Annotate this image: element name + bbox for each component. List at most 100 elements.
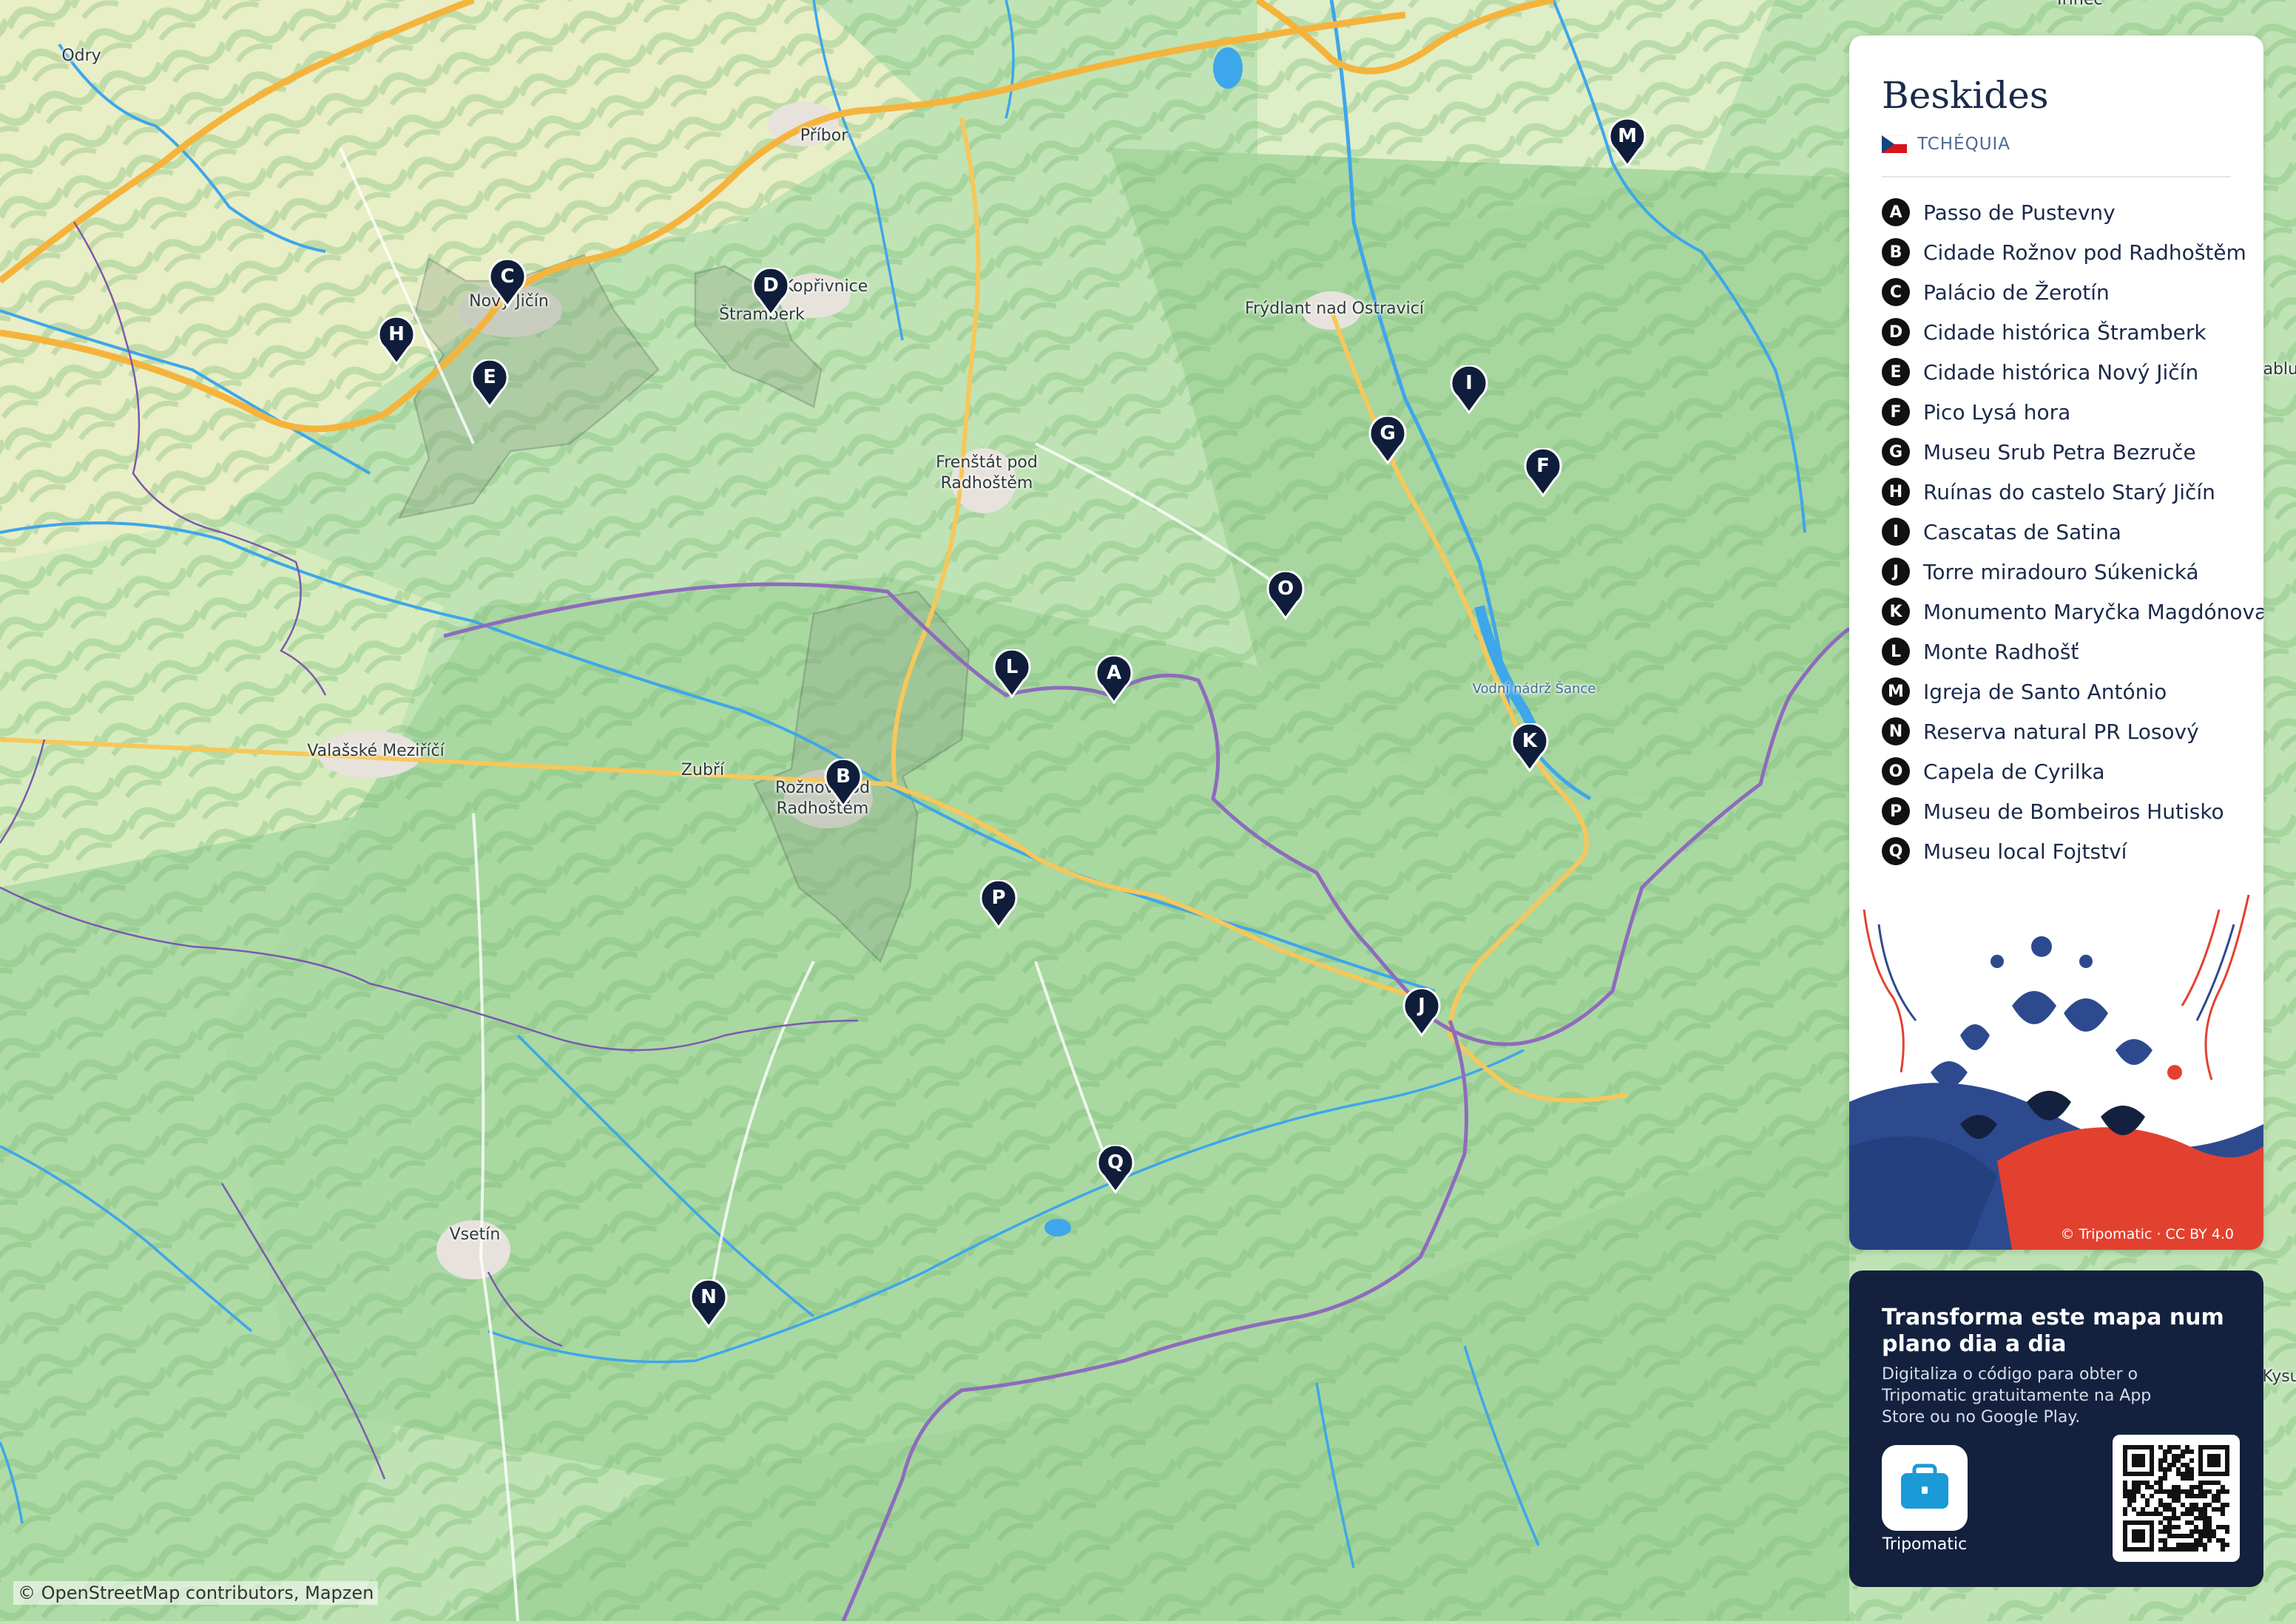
marker-letter: B bbox=[836, 765, 851, 788]
map-marker-m[interactable]: M bbox=[1608, 118, 1647, 167]
divider bbox=[1882, 176, 2231, 177]
poi-name: Ruínas do castelo Starý Jičín bbox=[1923, 479, 2215, 504]
panel-copyright[interactable]: © Tripomatic · CC BY 4.0 bbox=[2060, 1226, 2234, 1242]
poi-name: Monte Radhošť bbox=[1923, 639, 2079, 664]
poi-list: A Passo de Pustevny B Cidade Rožnov pod Rad… bbox=[1882, 192, 2263, 871]
map-marker-k[interactable]: K bbox=[1510, 723, 1549, 772]
poi-list-item[interactable]: B Cidade Rožnov pod Radhoštěm bbox=[1882, 232, 2263, 272]
map-marker-e[interactable]: E bbox=[470, 359, 509, 408]
promo-title: Transforma este mapa num plano dia a dia bbox=[1882, 1305, 2224, 1357]
marker-letter: F bbox=[1536, 455, 1550, 477]
poi-badge: F bbox=[1882, 398, 1910, 426]
poi-name: Museu local Fojtství bbox=[1923, 839, 2127, 864]
map-marker-h[interactable]: H bbox=[377, 317, 416, 365]
marker-letter: P bbox=[991, 887, 1006, 909]
marker-letter: M bbox=[1618, 125, 1637, 147]
poi-name: Museu de Bombeiros Hutisko bbox=[1923, 799, 2224, 824]
map-marker-a[interactable]: A bbox=[1095, 655, 1133, 704]
marker-letter: L bbox=[1005, 656, 1019, 678]
place-label: Zubří bbox=[681, 761, 725, 779]
place-label: Kopřivnice bbox=[783, 277, 868, 296]
suitcase-icon bbox=[1901, 1464, 1948, 1509]
place-label: Frýdlant nad Ostravicí bbox=[1245, 300, 1424, 318]
poi-badge: N bbox=[1882, 717, 1910, 745]
marker-letter: J bbox=[1418, 995, 1425, 1017]
poi-badge: O bbox=[1882, 757, 1910, 785]
folk-ornament-illustration bbox=[1849, 894, 2263, 1250]
map-marker-f[interactable]: F bbox=[1524, 448, 1562, 497]
poi-list-item[interactable]: H Ruínas do castelo Starý Jičín bbox=[1882, 472, 2263, 512]
poi-name: Capela de Cyrilka bbox=[1923, 759, 2105, 784]
poi-badge: Q bbox=[1882, 837, 1910, 865]
poi-badge: H bbox=[1882, 478, 1910, 506]
map-marker-d[interactable]: D bbox=[752, 268, 790, 317]
poi-list-item[interactable]: A Passo de Pustevny bbox=[1882, 192, 2263, 232]
poi-list-item[interactable]: E Cidade histórica Nový Jičín bbox=[1882, 352, 2263, 392]
marker-letter: K bbox=[1522, 730, 1538, 752]
marker-letter: O bbox=[1277, 578, 1294, 600]
poi-badge: E bbox=[1882, 358, 1910, 386]
place-label: Odry bbox=[61, 47, 101, 65]
map-marker-j[interactable]: J bbox=[1402, 988, 1441, 1037]
marker-letter: I bbox=[1465, 372, 1473, 394]
poi-list-item[interactable]: D Cidade histórica Štramberk bbox=[1882, 312, 2263, 352]
marker-letter: Q bbox=[1107, 1151, 1124, 1174]
poi-list-item[interactable]: L Monte Radhošť bbox=[1882, 632, 2263, 671]
poi-list-item[interactable]: P Museu de Bombeiros Hutisko bbox=[1882, 791, 2263, 831]
poi-list-item[interactable]: M Igreja de Santo António bbox=[1882, 671, 2263, 711]
place-label: Příbor bbox=[800, 126, 848, 145]
marker-letter: E bbox=[483, 366, 496, 388]
poi-name: Museu Srub Petra Bezruče bbox=[1923, 439, 2196, 464]
poi-list-item[interactable]: K Monumento Maryčka Magdónova bbox=[1882, 592, 2263, 632]
poi-badge: A bbox=[1882, 198, 1910, 226]
poi-list-item[interactable]: J Torre miradouro Súkenická bbox=[1882, 552, 2263, 592]
poi-badge: J bbox=[1882, 558, 1910, 586]
poi-name: Passo de Pustevny bbox=[1923, 200, 2116, 225]
poi-badge: D bbox=[1882, 318, 1910, 346]
poi-badge: I bbox=[1882, 518, 1910, 546]
poi-list-item[interactable]: F Pico Lysá hora bbox=[1882, 392, 2263, 432]
poi-list-item[interactable]: O Capela de Cyrilka bbox=[1882, 751, 2263, 791]
map-marker-b[interactable]: B bbox=[824, 759, 862, 808]
map-marker-n[interactable]: N bbox=[689, 1279, 728, 1328]
poi-badge: K bbox=[1882, 598, 1910, 626]
map-marker-l[interactable]: L bbox=[993, 649, 1031, 698]
marker-letter: A bbox=[1106, 662, 1122, 684]
water-label: Vodní nádrž Šance bbox=[1472, 681, 1596, 697]
marker-letter: H bbox=[388, 323, 405, 345]
poi-badge: B bbox=[1882, 238, 1910, 266]
poi-list-item[interactable]: G Museu Srub Petra Bezruče bbox=[1882, 432, 2263, 472]
qr-code[interactable] bbox=[2113, 1435, 2240, 1562]
map-marker-p[interactable]: P bbox=[979, 880, 1018, 929]
place-label: Jablu bbox=[2258, 360, 2296, 379]
place-label: Valašské Meziříčí bbox=[307, 742, 445, 760]
poi-badge: P bbox=[1882, 797, 1910, 825]
place-label: Třinec bbox=[2055, 0, 2103, 10]
poi-badge: G bbox=[1882, 438, 1910, 466]
poi-name: Cidade Rožnov pod Radhoštěm bbox=[1923, 240, 2246, 265]
map-attribution[interactable]: © OpenStreetMap contributors, Mapzen bbox=[13, 1581, 379, 1605]
marker-letter: C bbox=[500, 265, 515, 288]
place-label: Kysu bbox=[2262, 1367, 2296, 1386]
map-marker-q[interactable]: Q bbox=[1096, 1145, 1135, 1194]
map-marker-i[interactable]: I bbox=[1450, 365, 1488, 414]
poi-name: Pico Lysá hora bbox=[1923, 399, 2071, 424]
poi-name: Igreja de Santo António bbox=[1923, 679, 2167, 704]
marker-letter: N bbox=[700, 1286, 717, 1308]
country-name: TCHÉQUIA bbox=[1917, 135, 2011, 154]
map-marker-g[interactable]: G bbox=[1368, 416, 1407, 464]
poi-badge: C bbox=[1882, 278, 1910, 306]
tripomatic-app-icon[interactable] bbox=[1882, 1445, 1968, 1531]
poi-name: Reserva natural PR Losový bbox=[1923, 719, 2199, 744]
poi-list-item[interactable]: C Palácio de Žerotín bbox=[1882, 272, 2263, 312]
poi-badge: M bbox=[1882, 677, 1910, 706]
country-line: TCHÉQUIA bbox=[1882, 135, 2010, 154]
poi-list-item[interactable]: I Cascatas de Satina bbox=[1882, 512, 2263, 552]
poi-list-item[interactable]: N Reserva natural PR Losový bbox=[1882, 711, 2263, 751]
poi-list-item[interactable]: Q Museu local Fojtství bbox=[1882, 831, 2263, 871]
place-label: Frenštát pod Radhoštěm bbox=[936, 453, 1038, 493]
map-marker-c[interactable]: C bbox=[488, 259, 527, 308]
marker-letter: D bbox=[763, 274, 779, 297]
czech-flag-icon bbox=[1882, 135, 1907, 153]
map-marker-o[interactable]: O bbox=[1266, 571, 1305, 620]
